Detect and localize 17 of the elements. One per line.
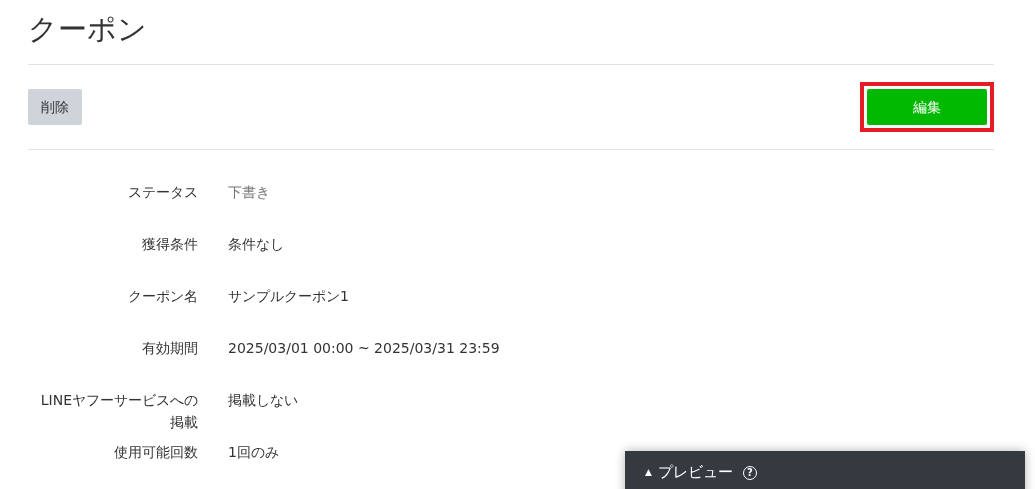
field-label: ステータス [127, 183, 198, 202]
field-value: 2025/03/01 00:00 ~ 2025/03/31 23:59 [228, 339, 500, 358]
field-label: LINEヤフーサービスへの掲載 [39, 391, 198, 432]
field-value: 掲載しない [228, 391, 298, 410]
field-label: 有効期間 [141, 339, 198, 358]
field-value: サンプルクーポン1 [228, 287, 349, 306]
field-value: 下書き [228, 183, 270, 202]
toggle-icon[interactable]: ▲ [645, 467, 652, 477]
preview-panel[interactable]: $^{▲}$ プレビュー ? [625, 451, 1025, 489]
delete-button[interactable]: 削除 [28, 89, 82, 125]
field-label: 獲得条件 [141, 235, 198, 254]
field-value: 条件なし [228, 235, 284, 254]
field-label: 使用可能回数 [113, 443, 198, 462]
field-label: クーポン名 [127, 287, 198, 306]
preview-label: プレビュー [657, 463, 733, 481]
field-value: 1回のみ [228, 443, 279, 462]
page-title: クーポン [28, 11, 148, 48]
